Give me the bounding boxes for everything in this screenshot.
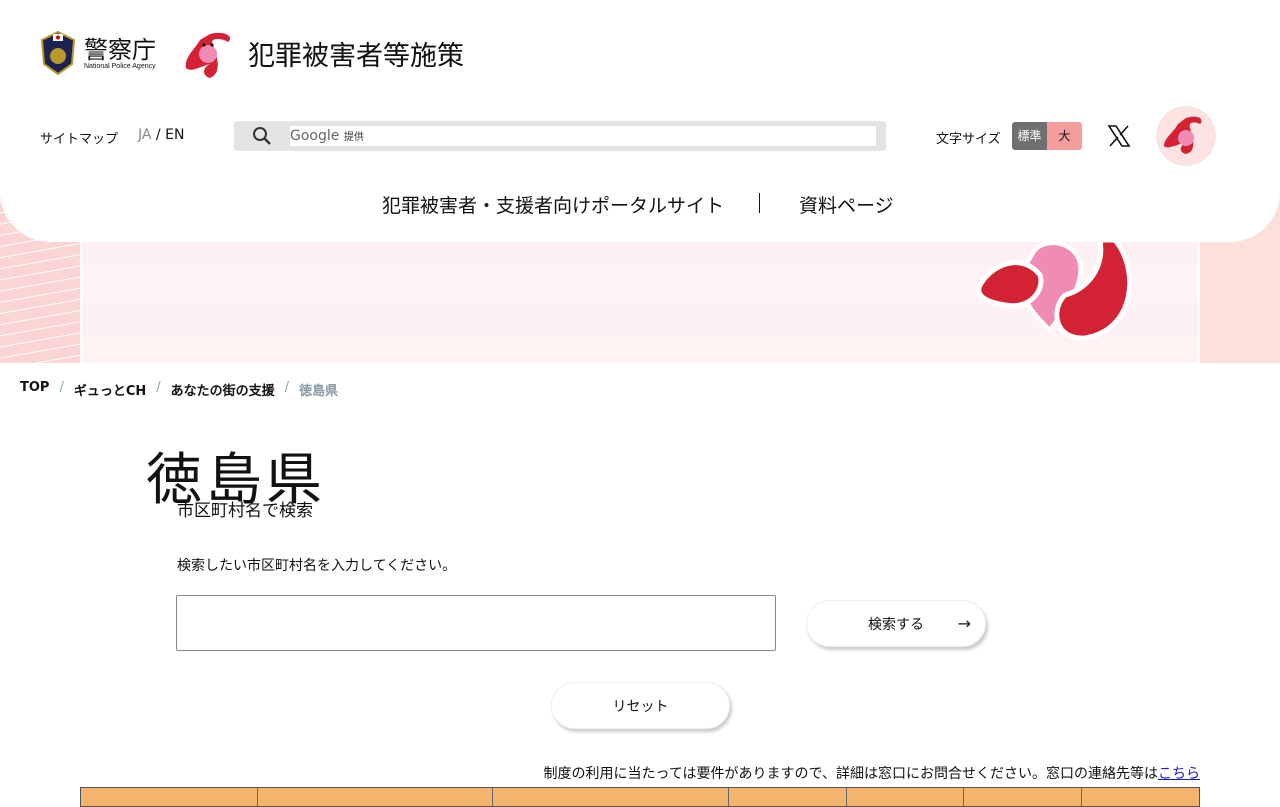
table-header-cell [847, 788, 964, 806]
breadcrumb-separator: / [156, 380, 161, 395]
x-twitter-icon[interactable] [1107, 124, 1131, 148]
search-icon[interactable] [252, 126, 272, 146]
google-label: Google [290, 128, 340, 144]
mascot-channel-button[interactable] [1156, 106, 1216, 166]
breadcrumb-top[interactable]: TOP [20, 380, 49, 399]
mascot-icon [1164, 116, 1202, 154]
search-input[interactable]: Google 提供 [290, 126, 876, 146]
police-emblem-icon [40, 30, 76, 76]
search-heading: 市区町村名で検索 [177, 501, 313, 521]
site-search: Google 提供 [234, 121, 886, 151]
table-header-cell [258, 788, 493, 806]
search-submit-label: 検索する [868, 616, 924, 633]
table-header-cell [1082, 788, 1199, 806]
breadcrumb-gyutto[interactable]: ギュっとCH [74, 380, 146, 399]
provided-label: 提供 [343, 132, 364, 143]
nav-portal-site[interactable]: 犯罪被害者・支援者向けポータルサイト [382, 191, 724, 218]
usage-note-text: 制度の利用に当たっては要件がありますので、詳細は窓口にお問合せください。窓口の連… [543, 766, 1158, 782]
nav-materials[interactable]: 資料ページ [799, 191, 894, 218]
lang-en[interactable]: EN [165, 127, 184, 143]
usage-note: 制度の利用に当たっては要件がありますので、詳細は窓口にお問合せください。窓口の連… [544, 763, 1200, 783]
mascot-illustration [976, 237, 1133, 341]
site-title[interactable]: 犯罪被害者等施策 [248, 34, 464, 73]
npa-name: 警察庁 [84, 35, 156, 64]
npa-sub: National Police Agency [84, 62, 156, 70]
font-size-standard-button[interactable]: 標準 [1012, 122, 1047, 150]
table-header-cell [81, 788, 258, 806]
table-header-cell [729, 788, 847, 806]
lang-ja[interactable]: JA [138, 127, 151, 143]
font-size-label: 文字サイズ [936, 132, 1001, 147]
breadcrumb-separator: / [284, 380, 290, 395]
lang-separator: / [155, 127, 161, 143]
font-size-toggle: 標準 大 [1012, 122, 1082, 150]
table-header-cell [493, 788, 729, 806]
search-submit-button[interactable]: 検索する → [806, 600, 986, 647]
language-switch: JA / EN [138, 127, 184, 143]
municipality-search-input[interactable] [176, 595, 776, 651]
contact-link[interactable]: こちら [1158, 766, 1200, 782]
site-header: 警察庁 National Police Agency 犯罪被害者等施策 サイトマッ… [0, 0, 1280, 242]
table-header-cell [964, 788, 1082, 806]
search-instruction: 検索したい市区町村名を入力してください。 [177, 558, 457, 574]
font-size-large-button[interactable]: 大 [1047, 122, 1082, 150]
support-table-header [80, 787, 1200, 807]
breadcrumb-separator: / [59, 380, 64, 395]
mascot-logo-icon[interactable] [182, 28, 236, 82]
npa-logo[interactable]: 警察庁 National Police Agency [40, 30, 156, 76]
arrow-right-icon: → [957, 614, 971, 633]
breadcrumb: TOP / ギュっとCH / あなたの街の支援 / 徳島県 [20, 380, 338, 399]
reset-button[interactable]: リセット [551, 682, 730, 729]
breadcrumb-current: 徳島県 [299, 384, 339, 399]
breadcrumb-local-support[interactable]: あなたの街の支援 [171, 380, 275, 399]
sitemap-link[interactable]: サイトマップ [40, 128, 118, 147]
nav-divider [759, 193, 760, 213]
